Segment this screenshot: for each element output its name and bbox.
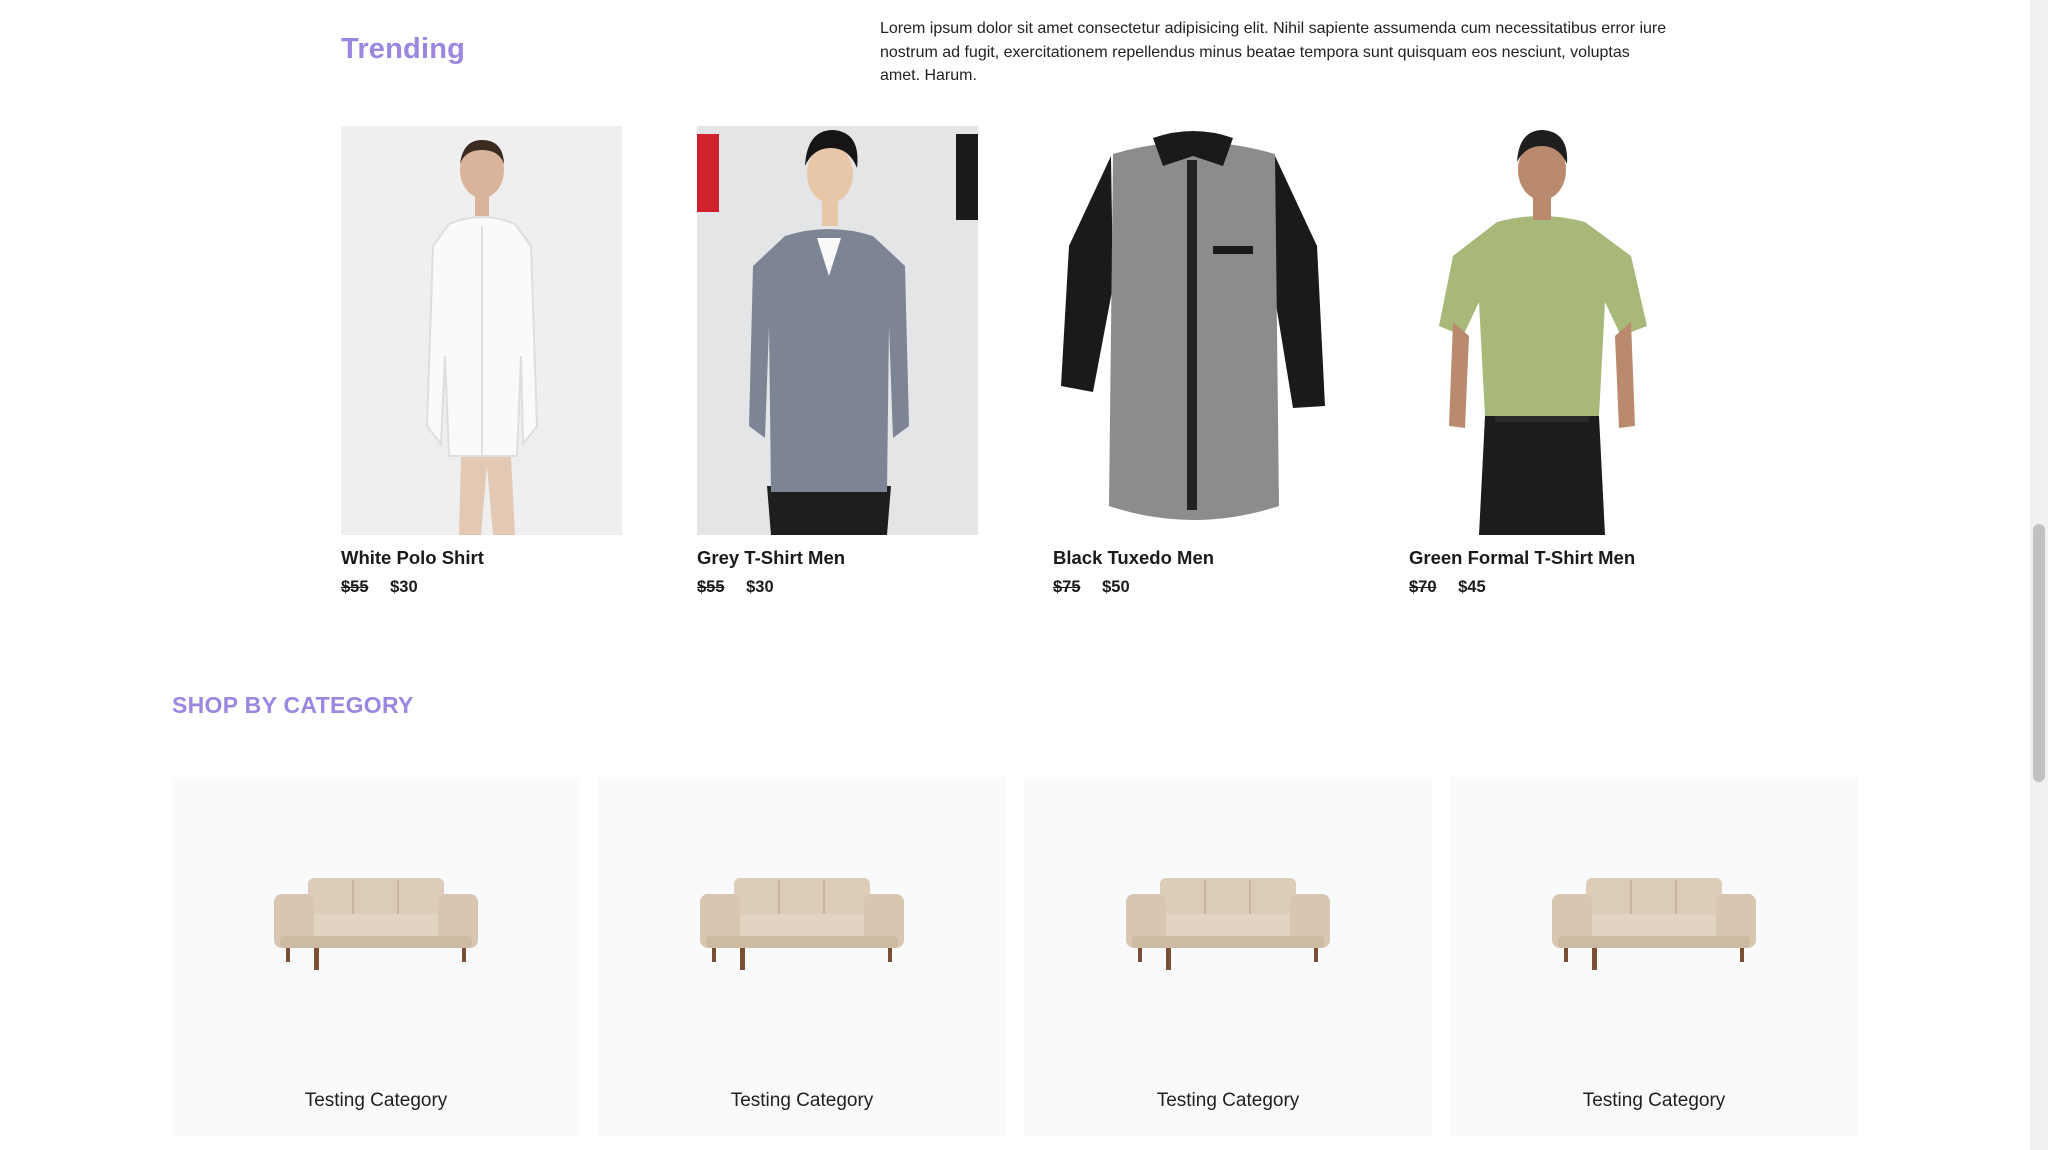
current-price: $50 (1102, 578, 1130, 596)
product-image[interactable] (341, 126, 622, 535)
product-image[interactable] (1409, 126, 1690, 535)
old-price: $70 (1409, 578, 1437, 596)
old-price: $55 (697, 578, 725, 596)
product-card-black-tuxedo-men[interactable]: Black Tuxedo Men $75 $50 (1053, 126, 1334, 597)
category-card[interactable]: Testing Category (598, 777, 1006, 1136)
product-prices: $70 $45 (1409, 578, 1690, 597)
category-label[interactable]: Testing Category (598, 1090, 1006, 1112)
product-name[interactable]: Black Tuxedo Men (1053, 547, 1334, 569)
product-card-grey-t-shirt-men[interactable]: Grey T-Shirt Men $55 $30 (697, 126, 978, 597)
sofa-image (1552, 878, 1756, 970)
trending-title: Trending (341, 33, 466, 65)
old-price: $55 (341, 578, 369, 596)
category-card[interactable]: Testing Category (1024, 777, 1432, 1136)
trending-description: Lorem ipsum dolor sit amet consectetur a… (880, 20, 1667, 84)
current-price: $30 (746, 578, 774, 596)
product-name[interactable]: White Polo Shirt (341, 547, 622, 569)
product-prices: $55 $30 (697, 578, 978, 597)
product-image[interactable] (1053, 126, 1334, 535)
category-card[interactable]: Testing Category (172, 777, 580, 1136)
product-card-green-formal-t-shirt-men[interactable]: Green Formal T-Shirt Men $70 $45 (1409, 126, 1690, 597)
category-card[interactable]: Testing Category (1450, 777, 1858, 1136)
vertical-scrollbar[interactable] (2030, 0, 2048, 1150)
product-card-white-polo-shirt[interactable]: White Polo Shirt $55 $30 (341, 126, 622, 597)
page: Trending Lorem ipsum dolor sit amet cons… (0, 0, 2030, 1150)
category-label[interactable]: Testing Category (1024, 1090, 1432, 1112)
old-price: $75 (1053, 578, 1081, 596)
product-image[interactable] (697, 126, 978, 535)
product-name[interactable]: Grey T-Shirt Men (697, 547, 978, 569)
category-label[interactable]: Testing Category (1450, 1090, 1858, 1112)
scrollbar-thumb[interactable] (2033, 524, 2045, 782)
current-price: $45 (1458, 578, 1486, 596)
shop-by-category-title: SHOP BY CATEGORY (172, 692, 414, 718)
product-prices: $55 $30 (341, 578, 622, 597)
sofa-image (274, 878, 478, 970)
sofa-image (700, 878, 904, 970)
category-label[interactable]: Testing Category (172, 1090, 580, 1112)
current-price: $30 (390, 578, 418, 596)
product-name[interactable]: Green Formal T-Shirt Men (1409, 547, 1690, 569)
sofa-image (1126, 878, 1330, 970)
product-prices: $75 $50 (1053, 578, 1334, 597)
